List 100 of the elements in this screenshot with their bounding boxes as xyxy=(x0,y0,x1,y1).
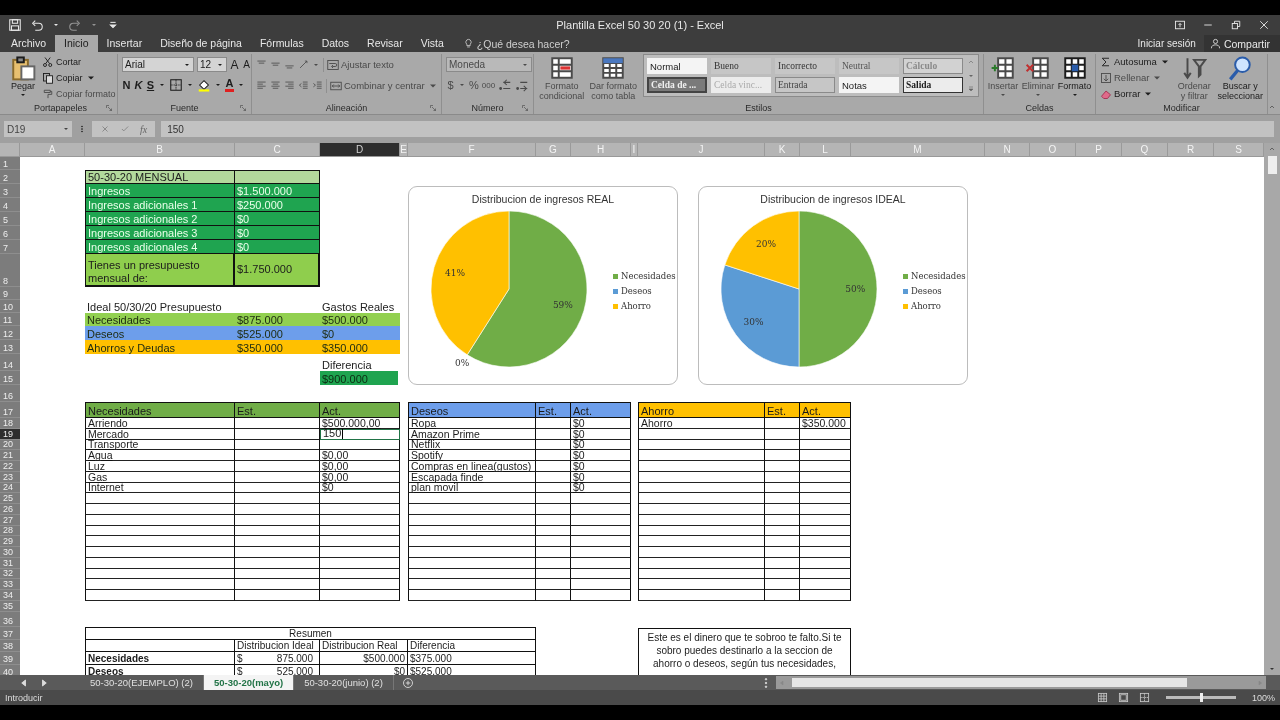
sheet-cell: $0,00 xyxy=(320,471,400,483)
menu-tab[interactable]: Archivo xyxy=(2,35,55,52)
row-header[interactable]: 10 xyxy=(0,300,20,313)
row-header[interactable]: 27 xyxy=(0,514,20,526)
find-select-button[interactable]: Buscar y seleccionar xyxy=(1217,54,1263,101)
legend-label: Deseos xyxy=(911,286,942,296)
copy-button[interactable]: Copiar xyxy=(42,70,116,85)
group-label: Portapapeles xyxy=(33,102,87,113)
autosum-button[interactable]: Autosuma xyxy=(1100,54,1171,69)
share-button[interactable]: Compartir xyxy=(1203,35,1280,52)
menu-tab[interactable]: Inicio xyxy=(55,35,98,52)
cell-style-option[interactable]: Salida xyxy=(903,77,963,93)
row-header[interactable]: 30 xyxy=(0,547,20,558)
sheet-cell: $0,00 xyxy=(320,450,400,461)
cut-button[interactable]: Cortar xyxy=(42,54,116,69)
row-header[interactable]: 15 xyxy=(0,371,20,385)
format-cells-button[interactable]: Formato xyxy=(1058,54,1091,99)
row-header[interactable]: 31 xyxy=(0,557,20,569)
row-header[interactable]: 12 xyxy=(0,326,20,340)
row-header[interactable]: 2 xyxy=(0,170,20,184)
menu-tab[interactable]: Revisar xyxy=(358,35,412,52)
sheet-cell: Arriendo xyxy=(85,418,235,429)
paste-button[interactable]: Pegar xyxy=(8,54,38,99)
sign-in-link[interactable]: Iniciar sesión xyxy=(1129,35,1204,52)
row-header[interactable]: 23 xyxy=(0,471,20,483)
menu-tab[interactable]: Fórmulas xyxy=(250,35,313,52)
cell-style-option[interactable]: Notas xyxy=(839,77,899,93)
shrink-font-button[interactable]: A xyxy=(242,59,251,70)
grow-font-button[interactable]: A xyxy=(230,57,239,72)
row-header[interactable]: 13 xyxy=(0,340,20,354)
sheet-cell: Act. xyxy=(320,402,400,418)
sheet-cell-text: Gastos Reales xyxy=(321,300,396,313)
row-header[interactable]: 19 xyxy=(0,428,20,440)
menu-tab[interactable]: Datos xyxy=(312,35,359,52)
font-color-button[interactable]: A xyxy=(225,78,234,92)
row-header[interactable]: 7 xyxy=(0,240,20,254)
sheet-cell: $350.000 xyxy=(320,340,400,354)
menu-tab[interactable]: Vista xyxy=(411,35,453,52)
row-header[interactable]: 6 xyxy=(0,226,20,240)
row-header[interactable]: 16 xyxy=(0,385,20,402)
sheet-cell: $0 xyxy=(571,418,631,429)
font-size-field[interactable]: 12 xyxy=(197,57,227,72)
sheet-cell: Ingresos adicionales 2 xyxy=(85,212,235,226)
menu-tab[interactable]: Insertar xyxy=(97,35,152,52)
group-label: Fuente xyxy=(170,102,199,113)
column-header[interactable]: D xyxy=(320,143,400,157)
cell-style-option[interactable]: Normal xyxy=(647,58,707,74)
status-mode: Introducir xyxy=(5,692,43,703)
row-header[interactable]: 3 xyxy=(0,184,20,198)
underline-button[interactable]: S xyxy=(146,79,155,91)
cell-style-option[interactable]: Bueno xyxy=(711,58,771,74)
cell-style-option[interactable]: Celda de ... xyxy=(647,77,707,93)
clear-button[interactable]: Borrar xyxy=(1100,86,1171,101)
row-header[interactable]: 26 xyxy=(0,504,20,515)
font-name-field[interactable]: Arial xyxy=(122,57,194,72)
sheet-cell: Agua xyxy=(85,450,235,461)
row-header[interactable]: 5 xyxy=(0,212,20,226)
sheet-cell: Deseos xyxy=(408,402,536,418)
row-header[interactable]: 22 xyxy=(0,461,20,472)
data-label: 59% xyxy=(552,299,573,310)
data-label: 20% xyxy=(756,238,776,249)
row-header[interactable]: 11 xyxy=(0,313,20,326)
row-header[interactable]: 34 xyxy=(0,590,20,601)
row-header[interactable]: 14 xyxy=(0,354,20,371)
row-header[interactable]: 9 xyxy=(0,287,20,300)
cell-style-option[interactable]: Entrada xyxy=(775,77,835,93)
sheet-cell: Ingresos adicionales 4 xyxy=(85,240,235,254)
row-header[interactable]: 17 xyxy=(0,402,20,418)
sheet-tab[interactable]: 50-30-20(mayo) xyxy=(203,675,295,690)
currency-symbol: $ xyxy=(237,652,243,664)
row-header[interactable]: 4 xyxy=(0,198,20,212)
cell-style-option[interactable]: Neutral xyxy=(839,58,899,74)
menu-tab[interactable]: Diseño de página xyxy=(151,35,251,52)
row-header[interactable]: 8 xyxy=(0,254,20,287)
sheet-cell: $1.750.000 xyxy=(235,254,320,287)
row-header[interactable]: 25 xyxy=(0,493,20,504)
bold-button[interactable]: N xyxy=(122,79,131,91)
name-box[interactable]: D19 xyxy=(4,121,62,137)
italic-button[interactable]: K xyxy=(134,79,143,91)
cell-editor[interactable]: 150 xyxy=(320,428,400,440)
sheet-cell: $0,00 xyxy=(320,461,400,472)
insert-function-button[interactable]: fx xyxy=(140,123,148,135)
cell-style-option[interactable]: Cálculo xyxy=(903,58,963,74)
row-header[interactable]: 21 xyxy=(0,450,20,461)
tell-me-field[interactable]: ¿Qué desea hacer? xyxy=(473,35,584,52)
chart-title: Distribucion de ingresos IDEAL xyxy=(760,193,906,205)
row-header[interactable]: 18 xyxy=(0,418,20,429)
zoom-level[interactable]: 100% xyxy=(1251,692,1275,703)
sheet-cell: $350.000 xyxy=(800,418,851,429)
sheet-cell: Ahorro xyxy=(638,402,765,418)
sheet-cell: Deseos xyxy=(85,326,235,340)
sheet-cell: $0 xyxy=(571,428,631,440)
sheet-cell: $0 xyxy=(235,226,320,240)
text-box: Este es el dinero que te sobroo te falto.Si te sobro puedes destinarlo a la seccion de ahorro o deseos, según tus necesidades, xyxy=(638,627,851,675)
formula-field[interactable]: 150 xyxy=(161,121,1274,137)
row-header[interactable]: 35 xyxy=(0,600,20,612)
cell-style-option[interactable]: Incorrecto xyxy=(775,58,835,74)
sheet-cell: Escapada finde xyxy=(408,471,536,483)
row-header[interactable]: 1 xyxy=(0,157,20,170)
sheet-cell: $0 xyxy=(235,212,320,226)
